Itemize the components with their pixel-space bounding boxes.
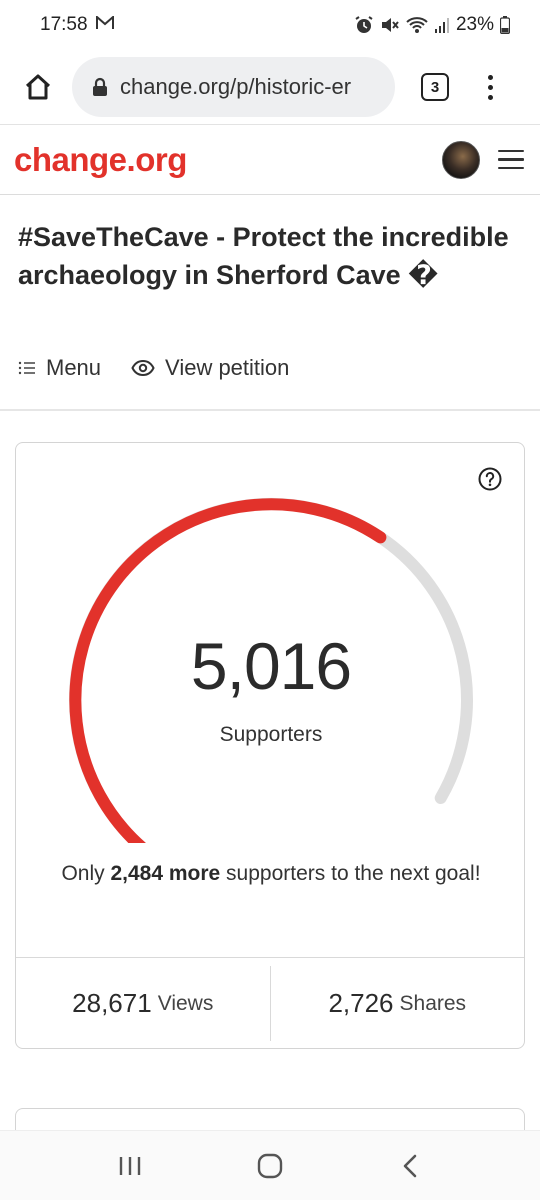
home-circle-icon: [257, 1153, 283, 1178]
back-button[interactable]: [390, 1146, 430, 1186]
shares-count: 2,726: [328, 988, 394, 1018]
avatar[interactable]: [442, 140, 480, 179]
gmail-icon: [95, 14, 114, 36]
view-petition-label: View petition: [165, 355, 290, 380]
back-icon: [403, 1154, 417, 1177]
more-options-button[interactable]: [485, 74, 495, 100]
status-bar: 17:58 23%: [0, 0, 540, 50]
menu-link[interactable]: Menu: [18, 355, 101, 381]
system-nav-bar: [0, 1130, 540, 1200]
views-stat: 28,671 Views: [16, 958, 270, 1049]
signal-icon: [434, 16, 450, 34]
wifi-icon: [406, 15, 428, 35]
views-label: Views: [157, 991, 214, 1015]
recent-apps-button[interactable]: [110, 1146, 150, 1186]
change-org-logo[interactable]: change.org: [14, 141, 187, 179]
section-divider: [0, 409, 540, 411]
recent-apps-icon: [119, 1156, 141, 1175]
petition-stats: 28,671 Views 2,726 Shares: [16, 957, 524, 1049]
shares-label: Shares: [399, 991, 467, 1015]
view-petition-link[interactable]: View petition: [131, 355, 289, 381]
supporter-count-label: Supporters: [219, 723, 323, 746]
petition-sub-nav: Menu View petition: [18, 355, 289, 381]
eye-icon: [131, 359, 155, 377]
list-icon: [18, 361, 35, 375]
goal-message: Only 2,484 more supporters to the next g…: [56, 855, 486, 892]
views-count: 28,671: [72, 988, 152, 1018]
home-button[interactable]: [18, 67, 58, 107]
hamburger-menu-icon[interactable]: [498, 149, 524, 170]
browser-toolbar: change.org/p/historic-er 3: [0, 50, 540, 125]
goal-highlight: 2,484 more: [110, 862, 221, 885]
mute-icon: [380, 15, 400, 35]
petition-title-block: #SaveTheCave - Protect the incredible ar…: [18, 218, 518, 294]
home-icon: [25, 74, 51, 100]
page-title: #SaveTheCave - Protect the incredible ar…: [18, 222, 509, 290]
url-text: change.org/p/historic-er: [120, 74, 352, 99]
goal-suffix: supporters to the next goal!: [220, 862, 481, 885]
tab-switcher-button[interactable]: 3: [421, 73, 449, 101]
goal-prefix: Only: [61, 862, 111, 885]
supporter-count: 5,016: [190, 629, 352, 703]
status-time: 17:58: [40, 14, 88, 35]
home-nav-button[interactable]: [250, 1146, 290, 1186]
battery-percent: 23%: [455, 14, 494, 35]
lock-icon: [93, 77, 107, 96]
battery-icon: [500, 16, 510, 34]
alarm-icon: [354, 15, 374, 35]
menu-label: Menu: [46, 355, 102, 380]
progress-card: 5,016 Supporters Only 2,484 more support…: [15, 442, 525, 1049]
site-header: change.org: [0, 125, 540, 195]
address-bar[interactable]: change.org/p/historic-er: [72, 57, 395, 117]
shares-stat: 2,726 Shares: [269, 966, 525, 1041]
